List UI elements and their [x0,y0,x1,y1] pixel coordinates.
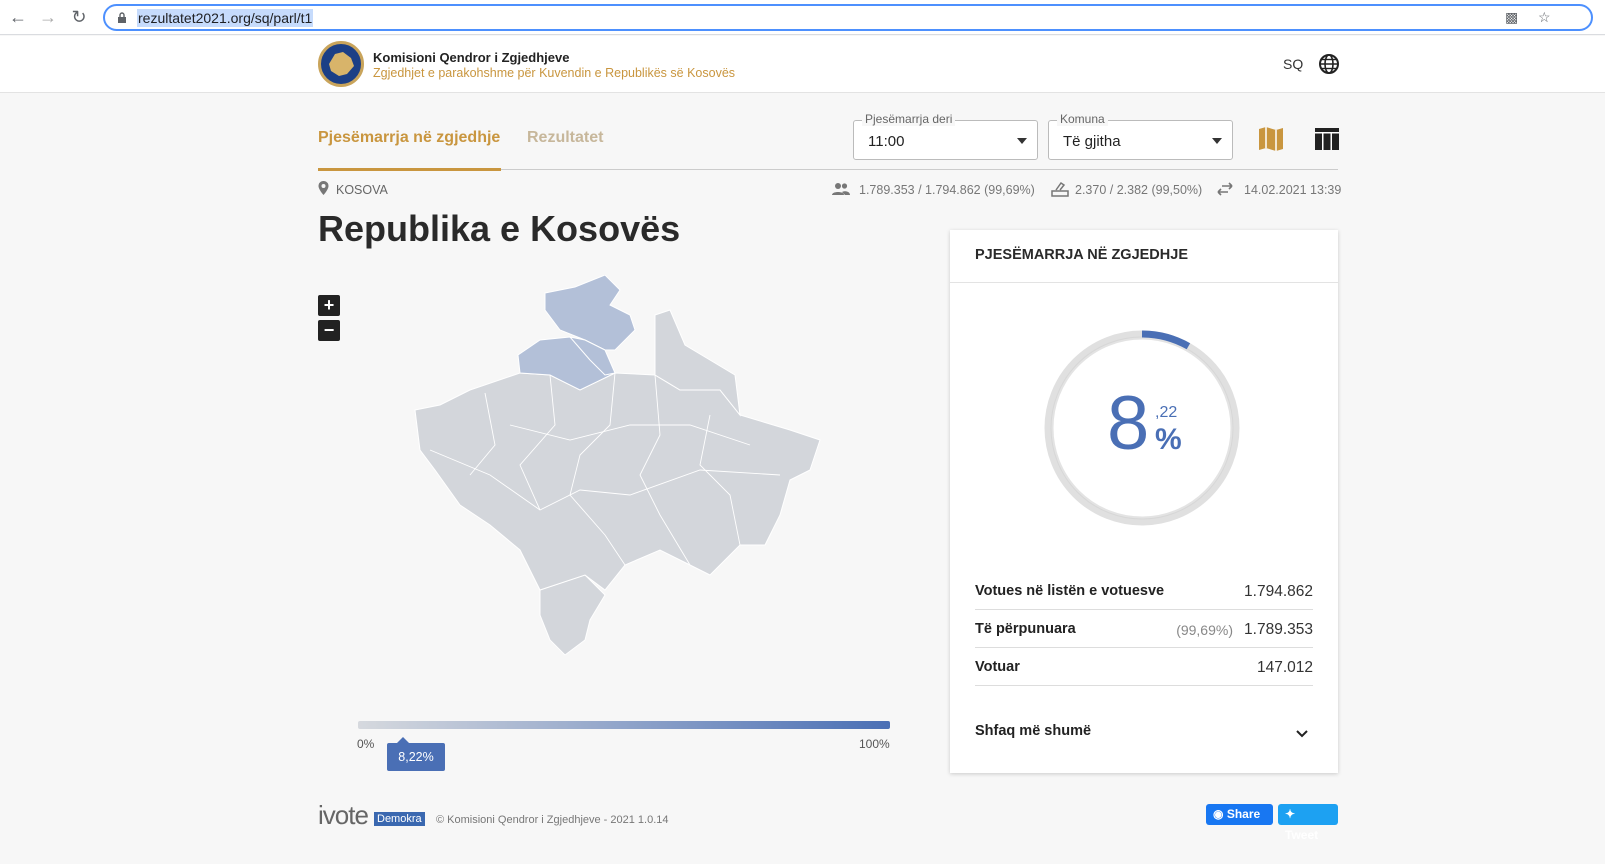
zoom-in-button[interactable]: + [318,295,340,316]
copyright-text: © Komisioni Qendror i Zgjedhjeve - 2021 … [436,814,669,826]
site-header: Komisioni Qendror i Zgjedhjeve Zgjedhjet… [0,36,1605,93]
lock-icon [118,12,126,23]
time-select-label: Pjesëmarrja deri [862,112,956,126]
table-view-icon[interactable] [1312,124,1342,154]
time-select[interactable]: Pjesëmarrja deri 11:00 [853,112,1038,160]
stat-label: Votuar [975,659,1020,675]
stat-row: Të përpunuara (99,69%) 1.789.353 [975,610,1313,648]
back-icon[interactable]: ← [8,7,28,27]
facebook-icon: ◉ [1213,807,1224,821]
tab-turnout[interactable]: Pjesëmarrja në zgjedhje [318,129,500,147]
municipality-select[interactable]: Komuna Të gjitha [1048,112,1233,160]
forward-icon[interactable]: → [38,7,58,27]
active-tab-indicator [318,168,501,171]
caret-down-icon [1017,138,1027,144]
stat-label: Të përpunuara [975,621,1076,637]
twitter-tweet-button[interactable]: ✦ Tweet [1278,804,1338,842]
kosovo-emblem-icon [329,52,354,76]
last-updated: 14.02.2021 13:39 [1244,183,1342,197]
map-region-central[interactable] [414,372,821,591]
voters-icon [832,183,850,195]
qr-code-icon[interactable]: ▩ [1505,9,1518,26]
tweet-label: Tweet [1285,828,1319,842]
stat-value: 1.794.862 [1244,583,1313,600]
card-divider [950,282,1338,283]
show-more-button[interactable]: Shfaq më shumë [975,723,1091,739]
tabs-row: Pjesëmarrja në zgjedhje Rezultatet Pjesë… [318,112,1339,171]
location-breadcrumb[interactable]: KOSOVA [336,183,388,197]
reload-icon[interactable]: ↻ [69,7,89,27]
url-text[interactable]: rezultatet2021.org/sq/parl/t1 [137,9,314,27]
voters-stat: 1.789.353 / 1.794.862 (99,69%) [859,183,1035,197]
demokra-tag: Demokra [374,812,425,826]
share-label: Share [1226,807,1261,821]
ivote-logo[interactable]: ivote [318,800,369,831]
map-view-icon[interactable] [1256,124,1286,154]
turnout-card: PJESËMARRJA NË ZGJEDHJE 8 ,22 % Votues n… [950,230,1338,773]
time-select-value: 11:00 [868,133,905,150]
org-name: Komisioni Qendror i Zgjedhjeve [373,50,570,65]
card-title: PJESËMARRJA NË ZGJEDHJE [975,247,1188,263]
org-subtitle: Zgjedhjet e parakohshme për Kuvendin e R… [373,66,736,80]
stat-row: Votues në listën e votuesve 1.794.862 [975,572,1313,610]
location-pin-icon [318,181,329,195]
legend-max-label: 100% [859,737,890,751]
sync-arrows-icon [1217,182,1233,196]
stat-label: Votues në listën e votuesve [975,583,1165,599]
stat-row: Votuar 147.012 [975,648,1313,686]
turnout-percent-decimal: ,22 [1155,404,1178,421]
caret-down-icon [1212,138,1222,144]
municipality-select-value: Të gjitha [1063,133,1121,150]
stat-value: 1.789.353 [1244,621,1313,638]
turnout-percent-symbol: % [1155,423,1182,456]
legend-value-marker: 8,22% [387,737,445,771]
legend-gradient-bar [358,721,890,729]
tab-results[interactable]: Rezultatet [527,129,603,147]
address-bar[interactable]: rezultatet2021.org/sq/parl/t1 ▩ ☆ [103,4,1593,31]
stat-percent: (99,69%) [1176,622,1233,638]
zoom-out-button[interactable]: − [318,320,340,341]
kqz-logo[interactable] [318,41,364,87]
turnout-percent-integer: 8 [1107,381,1150,466]
globe-icon[interactable] [1318,53,1340,75]
stations-stat: 2.370 / 2.382 (99,50%) [1075,183,1203,197]
ballot-box-icon [1051,181,1069,197]
language-code[interactable]: SQ [1283,56,1303,72]
municipality-select-label: Komuna [1057,112,1108,126]
browser-toolbar: ← → ↻ rezultatet2021.org/sq/parl/t1 ▩ ☆ [0,0,1605,35]
chevron-down-icon[interactable] [1294,726,1310,742]
page-title: Republika e Kosovës [318,208,681,249]
facebook-share-button[interactable]: ◉ Share [1206,804,1273,825]
kosovo-map[interactable] [410,275,835,665]
bookmark-star-icon[interactable]: ☆ [1538,9,1551,26]
legend-min-label: 0% [357,737,375,751]
twitter-icon: ✦ [1285,807,1296,821]
stat-value: 147.012 [1256,659,1313,676]
